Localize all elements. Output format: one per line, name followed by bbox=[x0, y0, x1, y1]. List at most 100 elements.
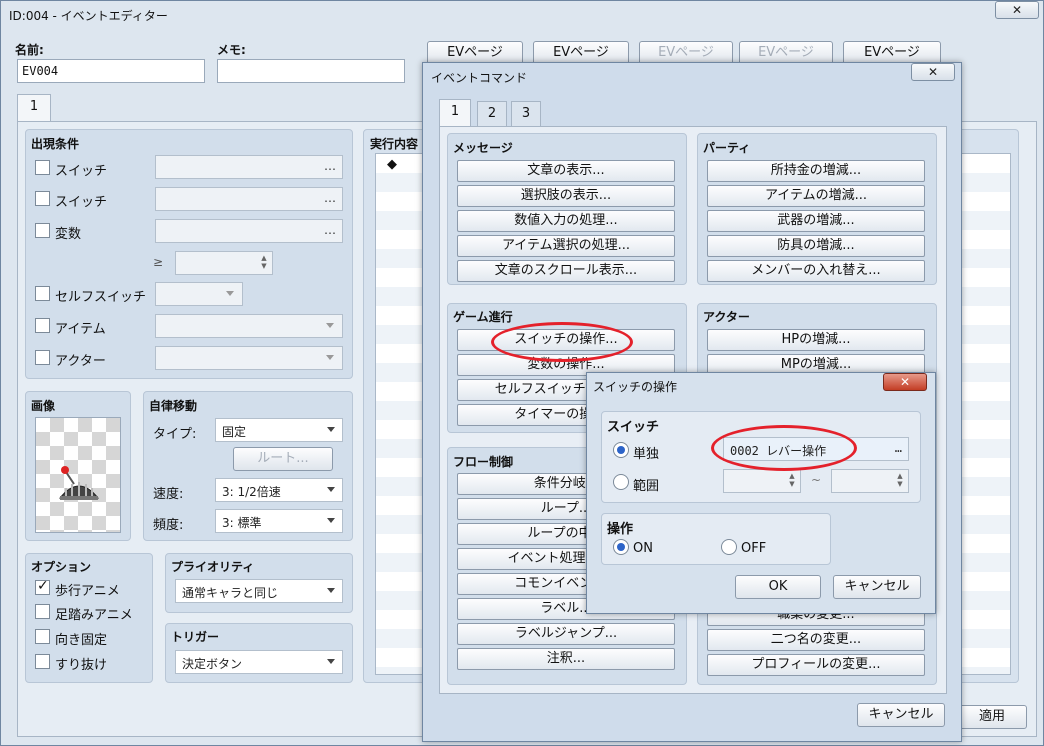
command-title: イベントコマンド bbox=[431, 71, 528, 85]
switch1-dots-icon: … bbox=[324, 159, 336, 173]
options-title: オプション bbox=[31, 560, 92, 574]
cmd-change-hp-button[interactable]: HPの増減... bbox=[707, 329, 925, 351]
range-start-spinner: ▲ ▼ bbox=[723, 469, 801, 493]
speed-select[interactable]: 3: 1/2倍速 bbox=[215, 478, 343, 502]
cmd-show-text-button[interactable]: 文章の表示... bbox=[457, 160, 675, 182]
through-checkbox[interactable] bbox=[35, 654, 50, 669]
trigger-select[interactable]: 決定ボタン bbox=[175, 650, 343, 674]
type-select[interactable]: 固定 bbox=[215, 418, 343, 442]
chevron-down-icon bbox=[327, 518, 335, 523]
cmd-select-item-button[interactable]: アイテム選択の処理... bbox=[457, 235, 675, 257]
name-label: 名前: bbox=[15, 43, 44, 57]
dir-fix-checkbox[interactable] bbox=[35, 629, 50, 644]
chevron-down-icon bbox=[326, 355, 334, 360]
switch2-label: スイッチ bbox=[55, 195, 108, 210]
selfswitch-select bbox=[155, 282, 243, 306]
cmd-change-members-button[interactable]: メンバーの入れ替え... bbox=[707, 260, 925, 282]
spinner-arrows-icon: ▲ ▼ bbox=[261, 254, 267, 270]
command-cancel-button[interactable]: キャンセル bbox=[857, 703, 945, 727]
actor-checkbox[interactable] bbox=[35, 350, 50, 365]
route-button[interactable]: ルート... bbox=[233, 447, 333, 471]
command-tab-2[interactable]: 2 bbox=[477, 101, 507, 127]
priority-select[interactable]: 通常キャラと同じ bbox=[175, 579, 343, 603]
automove-title: 自律移動 bbox=[149, 399, 198, 413]
event-image-preview[interactable] bbox=[35, 417, 121, 533]
party-title: パーティ bbox=[703, 141, 751, 155]
freq-label: 頻度: bbox=[153, 518, 184, 533]
single-dots-icon: … bbox=[894, 441, 902, 455]
switch-dialog-title: スイッチの操作 bbox=[593, 380, 678, 394]
editor-close-icon[interactable]: ✕ bbox=[995, 1, 1039, 19]
selfswitch-label: セルフスイッチ bbox=[55, 290, 147, 305]
lever-icon bbox=[58, 466, 100, 500]
operation-title: 操作 bbox=[607, 522, 634, 537]
chevron-down-icon bbox=[226, 291, 234, 296]
cmd-change-gold-button[interactable]: 所持金の増減... bbox=[707, 160, 925, 182]
variable-checkbox[interactable] bbox=[35, 223, 50, 238]
command-tab-1[interactable]: 1 bbox=[439, 99, 471, 127]
single-radio[interactable] bbox=[613, 442, 629, 458]
apply-button[interactable]: 適用 bbox=[957, 705, 1027, 729]
step-anim-checkbox[interactable] bbox=[35, 604, 50, 619]
switch-dialog-close-icon[interactable]: ✕ bbox=[883, 373, 927, 391]
speed-label: 速度: bbox=[153, 487, 184, 502]
walk-anim-checkbox[interactable] bbox=[35, 578, 50, 595]
editor-titlebar: ID:004 - イベントエディター bbox=[1, 1, 1043, 27]
walk-anim-label: 歩行アニメ bbox=[55, 584, 120, 599]
trigger-title: トリガー bbox=[171, 630, 220, 644]
off-radio[interactable] bbox=[721, 539, 737, 555]
cmd-change-nickname-button[interactable]: 二つ名の変更... bbox=[707, 629, 925, 651]
range-radio[interactable] bbox=[613, 474, 629, 490]
editor-title: ID:004 - イベントエディター bbox=[9, 9, 168, 23]
type-label: タイプ: bbox=[153, 427, 197, 442]
range-label: 範囲 bbox=[633, 479, 660, 494]
on-radio[interactable] bbox=[613, 539, 629, 555]
actor-label: アクター bbox=[55, 354, 106, 369]
switch-ok-button[interactable]: OK bbox=[735, 575, 821, 599]
cmd-change-armors-button[interactable]: 防具の増減... bbox=[707, 235, 925, 257]
freq-select[interactable]: 3: 標準 bbox=[215, 509, 343, 533]
command-tab-3[interactable]: 3 bbox=[511, 101, 541, 127]
name-input[interactable]: EV004 bbox=[17, 59, 205, 83]
item-select bbox=[155, 314, 343, 338]
switch-group-title: スイッチ bbox=[607, 420, 660, 435]
message-title: メッセージ bbox=[453, 141, 513, 155]
operation-panel bbox=[601, 513, 831, 565]
cmd-jump-to-label-button[interactable]: ラベルジャンプ... bbox=[457, 623, 675, 645]
highlight-ellipse-switch-command bbox=[491, 322, 633, 362]
priority-title: プライオリティ bbox=[171, 560, 255, 574]
page-tab-1[interactable]: 1 bbox=[17, 94, 51, 122]
progress-title: ゲーム進行 bbox=[453, 310, 513, 324]
contents-first-row[interactable]: ◆ bbox=[387, 157, 397, 172]
selfswitch-checkbox[interactable] bbox=[35, 286, 50, 301]
cmd-comment-button[interactable]: 注釈... bbox=[457, 648, 675, 670]
cmd-change-profile-button[interactable]: プロフィールの変更... bbox=[707, 654, 925, 676]
chevron-down-icon bbox=[327, 487, 335, 492]
command-close-icon[interactable]: ✕ bbox=[911, 63, 955, 81]
chevron-down-icon bbox=[327, 588, 335, 593]
switch2-field: … bbox=[155, 187, 343, 211]
cmd-input-number-button[interactable]: 数値入力の処理... bbox=[457, 210, 675, 232]
variable-value-spinner: ▲ ▼ bbox=[175, 251, 273, 275]
switch1-field: … bbox=[155, 155, 343, 179]
switch-cancel-button[interactable]: キャンセル bbox=[833, 575, 921, 599]
off-label: OFF bbox=[741, 541, 767, 556]
switch1-checkbox[interactable] bbox=[35, 160, 50, 175]
variable-label: 変数 bbox=[55, 227, 82, 242]
memo-input[interactable] bbox=[217, 59, 405, 83]
chevron-down-icon bbox=[327, 659, 335, 664]
range-end-spinner: ▲ ▼ bbox=[831, 469, 909, 493]
conditions-title: 出現条件 bbox=[31, 137, 80, 151]
cmd-change-items-button[interactable]: アイテムの増減... bbox=[707, 185, 925, 207]
image-title: 画像 bbox=[31, 399, 56, 413]
cmd-change-weapons-button[interactable]: 武器の増減... bbox=[707, 210, 925, 232]
cmd-scroll-text-button[interactable]: 文章のスクロール表示... bbox=[457, 260, 675, 282]
step-anim-label: 足踏みアニメ bbox=[55, 608, 133, 623]
item-checkbox[interactable] bbox=[35, 318, 50, 333]
switch1-label: スイッチ bbox=[55, 164, 108, 179]
command-titlebar: イベントコマンド bbox=[423, 63, 961, 89]
highlight-ellipse-switch-field bbox=[711, 425, 857, 471]
spinner-arrows-icon: ▲ ▼ bbox=[897, 472, 903, 488]
switch2-checkbox[interactable] bbox=[35, 191, 50, 206]
cmd-show-choices-button[interactable]: 選択肢の表示... bbox=[457, 185, 675, 207]
